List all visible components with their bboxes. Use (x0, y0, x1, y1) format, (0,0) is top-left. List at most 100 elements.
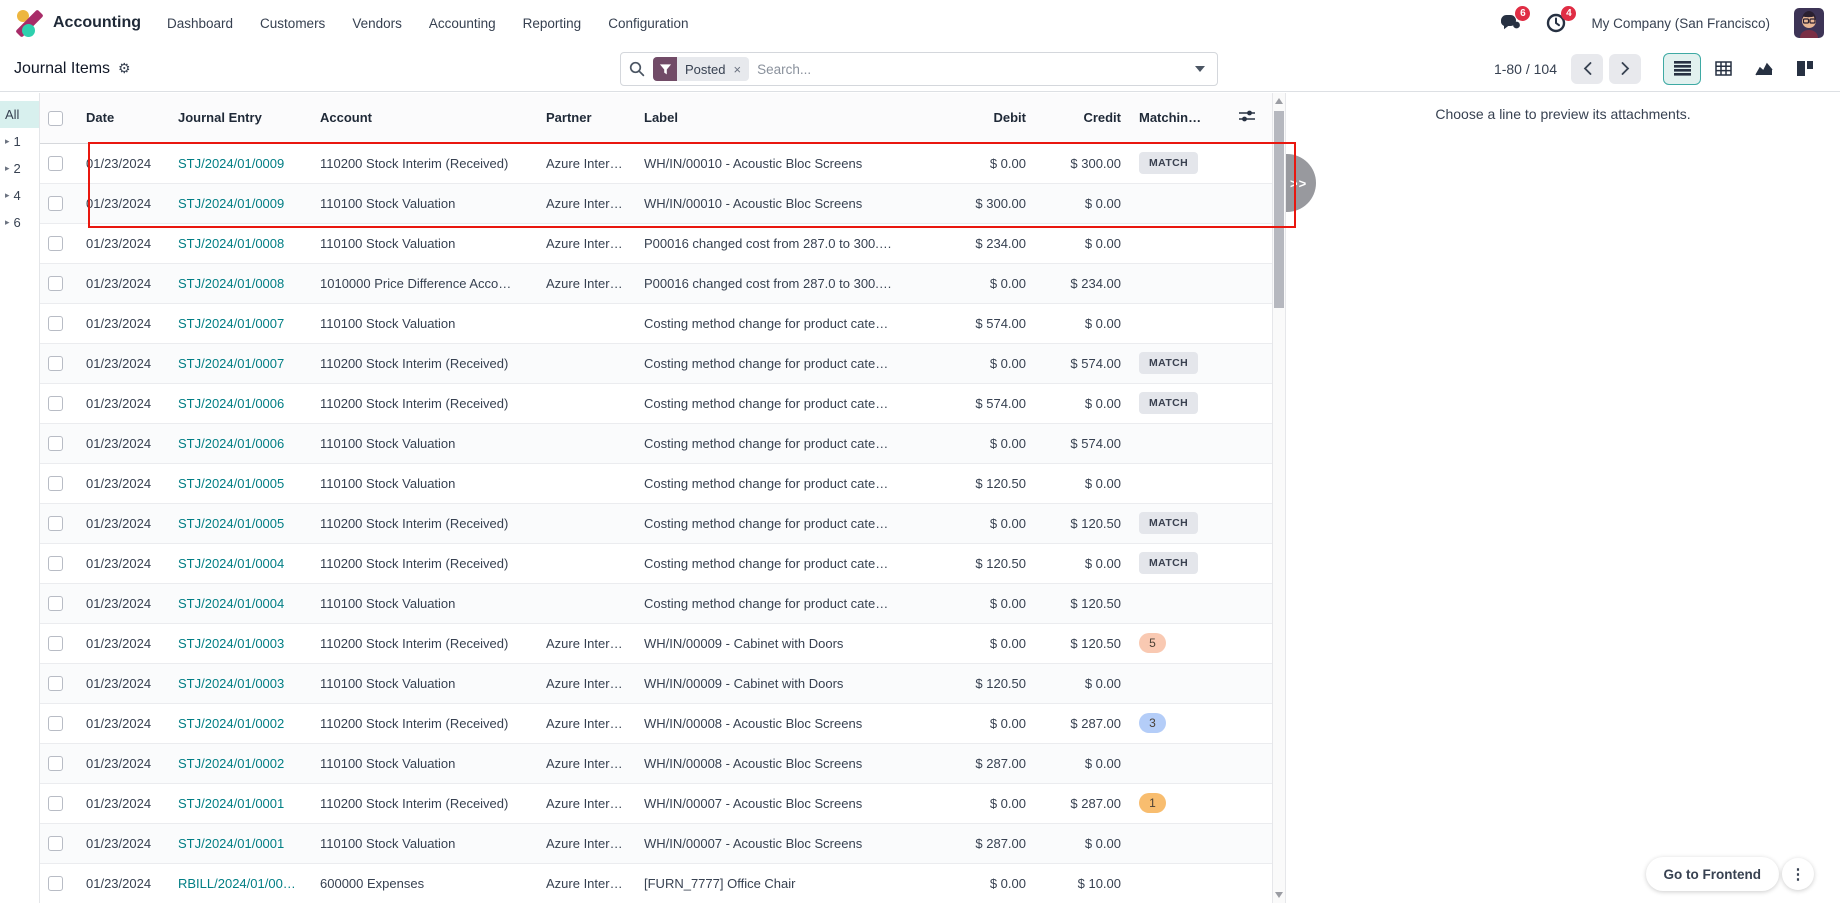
pager-next-button[interactable] (1609, 54, 1641, 84)
journal-entry-link[interactable]: STJ/2024/01/0002 (178, 756, 284, 771)
row-checkbox[interactable] (48, 396, 63, 411)
row-checkbox[interactable] (48, 596, 63, 611)
row-checkbox[interactable] (48, 236, 63, 251)
scrollbar-thumb[interactable] (1274, 111, 1284, 308)
table-row[interactable]: 01/23/2024 STJ/2024/01/0003 110200 Stock… (40, 623, 1272, 663)
journal-entry-link[interactable]: STJ/2024/01/0003 (178, 636, 284, 651)
table-row[interactable]: 01/23/2024 STJ/2024/01/0004 110100 Stock… (40, 583, 1272, 623)
journal-entry-link[interactable]: STJ/2024/01/0004 (178, 556, 284, 571)
messages-button[interactable]: 6 (1499, 12, 1521, 34)
row-checkbox[interactable] (48, 756, 63, 771)
table-row[interactable]: 01/23/2024 STJ/2024/01/0007 110200 Stock… (40, 343, 1272, 383)
match-button[interactable]: MATCH (1139, 352, 1198, 374)
table-row[interactable]: 01/23/2024 STJ/2024/01/0002 110200 Stock… (40, 703, 1272, 743)
column-header-date[interactable]: Date (78, 93, 170, 143)
search-input[interactable] (757, 62, 1195, 77)
table-row[interactable]: 01/23/2024 STJ/2024/01/0001 110200 Stock… (40, 783, 1272, 823)
match-button[interactable]: MATCH (1139, 392, 1198, 414)
journal-entry-link[interactable]: STJ/2024/01/0004 (178, 596, 284, 611)
table-row[interactable]: 01/23/2024 STJ/2024/01/0005 110200 Stock… (40, 503, 1272, 543)
table-row[interactable]: 01/23/2024 STJ/2024/01/0001 110100 Stock… (40, 823, 1272, 863)
journal-entry-link[interactable]: STJ/2024/01/0008 (178, 276, 284, 291)
row-checkbox[interactable] (48, 436, 63, 451)
journal-entry-link[interactable]: STJ/2024/01/0001 (178, 796, 284, 811)
facet-remove-icon[interactable]: × (731, 62, 749, 77)
row-checkbox[interactable] (48, 156, 63, 171)
journal-entry-link[interactable]: STJ/2024/01/0009 (178, 196, 284, 211)
optional-columns-button[interactable] (1239, 109, 1255, 123)
scrollbar-down-arrow-icon[interactable] (1275, 892, 1283, 898)
group-item-all[interactable]: All (0, 101, 39, 128)
table-row[interactable]: 01/23/2024 STJ/2024/01/0005 110100 Stock… (40, 463, 1272, 503)
match-button[interactable]: MATCH (1139, 152, 1198, 174)
column-header-label[interactable]: Label (636, 93, 926, 143)
menu-reporting[interactable]: Reporting (523, 16, 582, 31)
journal-entry-link[interactable]: STJ/2024/01/0002 (178, 716, 284, 731)
journal-entry-link[interactable]: RBILL/2024/01/00… (178, 876, 296, 891)
row-checkbox[interactable] (48, 556, 63, 571)
row-checkbox[interactable] (48, 836, 63, 851)
go-to-frontend-button[interactable]: Go to Frontend (1646, 857, 1779, 891)
row-checkbox[interactable] (48, 676, 63, 691)
scrollbar-up-arrow-icon[interactable] (1275, 98, 1283, 104)
expand-attachments-button[interactable]: >> (1286, 154, 1316, 212)
column-header-matching[interactable]: Matchin… (1131, 93, 1231, 143)
column-header-debit[interactable]: Debit (926, 93, 1036, 143)
column-header-journal-entry[interactable]: Journal Entry (170, 93, 312, 143)
pager-previous-button[interactable] (1571, 54, 1603, 84)
view-switch-kanban[interactable] (1786, 53, 1824, 85)
journal-entry-link[interactable]: STJ/2024/01/0007 (178, 316, 284, 331)
search-bar[interactable]: Posted × (620, 52, 1218, 86)
journal-entry-link[interactable]: STJ/2024/01/0006 (178, 396, 284, 411)
table-row[interactable]: 01/23/2024 STJ/2024/01/0006 110100 Stock… (40, 423, 1272, 463)
matching-number-badge[interactable]: 3 (1139, 713, 1166, 733)
group-item-2[interactable]: ▸ 2 (0, 155, 39, 182)
search-dropdown-caret-icon[interactable] (1195, 66, 1205, 72)
row-checkbox[interactable] (48, 196, 63, 211)
row-checkbox[interactable] (48, 356, 63, 371)
matching-number-badge[interactable]: 5 (1139, 633, 1166, 653)
match-button[interactable]: MATCH (1139, 512, 1198, 534)
table-row[interactable]: 01/23/2024 STJ/2024/01/0004 110200 Stock… (40, 543, 1272, 583)
vertical-scrollbar[interactable] (1272, 93, 1285, 903)
table-row[interactable]: 01/23/2024 STJ/2024/01/0003 110100 Stock… (40, 663, 1272, 703)
action-gear-icon[interactable]: ⚙ (118, 60, 131, 77)
journal-entry-link[interactable]: STJ/2024/01/0008 (178, 236, 284, 251)
menu-accounting[interactable]: Accounting (429, 16, 496, 31)
journal-entry-link[interactable]: STJ/2024/01/0006 (178, 436, 284, 451)
journal-entry-link[interactable]: STJ/2024/01/0009 (178, 156, 284, 171)
app-name[interactable]: Accounting (53, 14, 141, 32)
table-row[interactable]: 01/23/2024 STJ/2024/01/0008 110100 Stock… (40, 223, 1272, 263)
table-row[interactable]: 01/23/2024 STJ/2024/01/0008 1010000 Pric… (40, 263, 1272, 303)
row-checkbox[interactable] (48, 636, 63, 651)
group-item-6[interactable]: ▸ 6 (0, 209, 39, 236)
journal-entry-link[interactable]: STJ/2024/01/0001 (178, 836, 284, 851)
table-row[interactable]: 01/23/2024 STJ/2024/01/0007 110100 Stock… (40, 303, 1272, 343)
row-checkbox[interactable] (48, 716, 63, 731)
activities-button[interactable]: 4 (1545, 12, 1567, 34)
user-avatar[interactable] (1794, 8, 1824, 38)
menu-configuration[interactable]: Configuration (608, 16, 688, 31)
view-switch-graph[interactable] (1745, 53, 1783, 85)
matching-number-badge[interactable]: 1 (1139, 793, 1166, 813)
column-header-account[interactable]: Account (312, 93, 538, 143)
row-checkbox[interactable] (48, 476, 63, 491)
row-checkbox[interactable] (48, 276, 63, 291)
journal-entry-link[interactable]: STJ/2024/01/0005 (178, 476, 284, 491)
menu-vendors[interactable]: Vendors (352, 16, 402, 31)
menu-dashboard[interactable]: Dashboard (167, 16, 233, 31)
frontend-kebab-button[interactable]: ⋮ (1782, 858, 1814, 890)
row-checkbox[interactable] (48, 876, 63, 891)
group-item-4[interactable]: ▸ 4 (0, 182, 39, 209)
company-name[interactable]: My Company (San Francisco) (1591, 16, 1770, 31)
group-item-1[interactable]: ▸ 1 (0, 128, 39, 155)
table-row[interactable]: 01/23/2024 STJ/2024/01/0006 110200 Stock… (40, 383, 1272, 423)
view-switch-pivot[interactable] (1704, 53, 1742, 85)
row-checkbox[interactable] (48, 516, 63, 531)
select-all-checkbox[interactable] (48, 111, 63, 126)
row-checkbox[interactable] (48, 316, 63, 331)
table-row[interactable]: 01/23/2024 STJ/2024/01/0009 110100 Stock… (40, 183, 1272, 223)
accounting-app-icon[interactable] (16, 9, 44, 37)
journal-entry-link[interactable]: STJ/2024/01/0003 (178, 676, 284, 691)
table-row[interactable]: 01/23/2024 STJ/2024/01/0009 110200 Stock… (40, 143, 1272, 183)
